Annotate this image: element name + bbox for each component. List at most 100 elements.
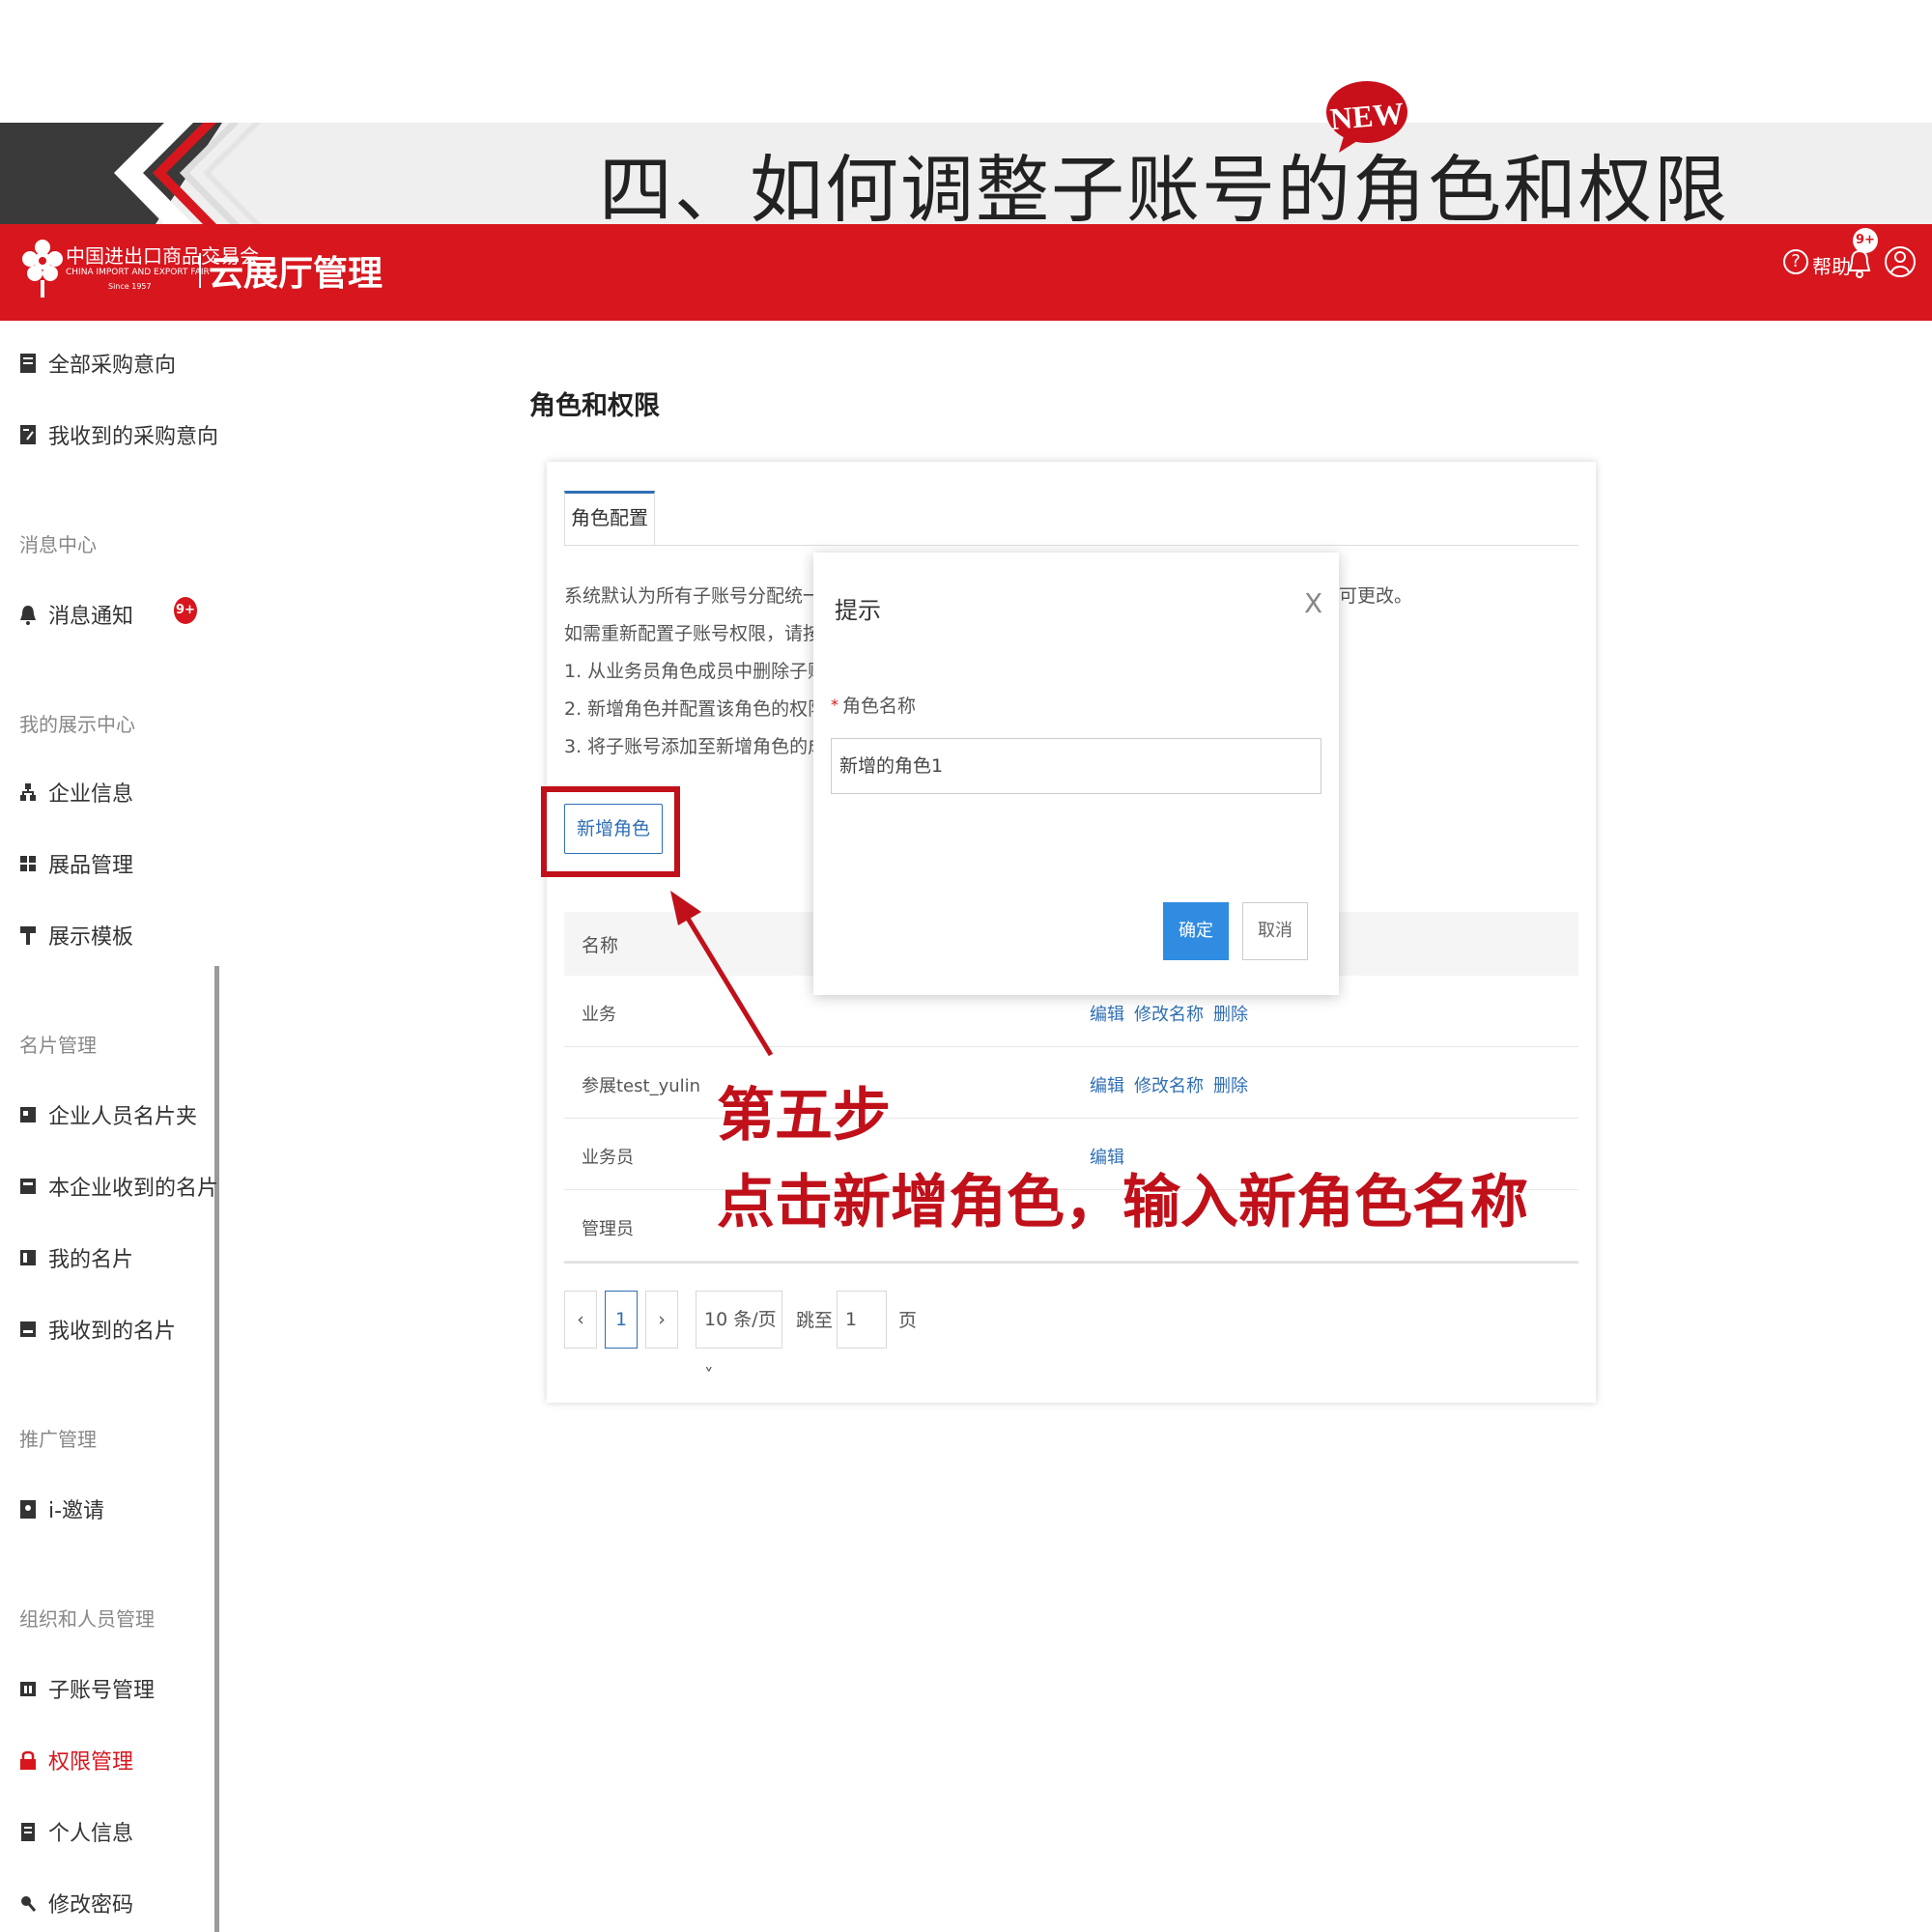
rename-link[interactable]: 修改名称	[1134, 1005, 1204, 1025]
sidebar-item-sub-accounts[interactable]: 子账号管理	[19, 1669, 213, 1708]
confirm-button[interactable]: 确定	[1163, 902, 1229, 960]
id-card-icon	[19, 1247, 37, 1268]
table-bottom-border	[564, 1262, 1578, 1264]
role-name: 业务员	[582, 1148, 634, 1168]
message-badge: 9+	[174, 597, 197, 624]
page-title: 角色和权限	[529, 391, 660, 421]
sidebar-item-label: 企业信息	[48, 782, 134, 807]
sidebar-item-my-received-cards[interactable]: 我收到的名片	[19, 1310, 213, 1349]
pager-prev-button[interactable]: ‹	[564, 1291, 597, 1349]
sidebar-item-label: 权限管理	[48, 1750, 134, 1775]
card-icon	[19, 1104, 37, 1125]
paint-roller-icon	[19, 924, 37, 946]
card-stack-icon	[19, 1176, 37, 1197]
user-avatar-icon[interactable]	[1884, 243, 1917, 280]
sidebar-item-permissions[interactable]: 权限管理	[19, 1741, 213, 1779]
sidebar-item-label: 消息通知	[48, 605, 134, 629]
canton-fair-logo-icon	[22, 240, 63, 298]
sidebar-item-label: 修改密码	[48, 1893, 134, 1918]
pager-page-1[interactable]: 1	[605, 1291, 638, 1349]
sidebar-item-invite[interactable]: i-邀请	[19, 1490, 213, 1528]
sidebar-item-label: 展品管理	[48, 854, 134, 878]
sidebar-group-organization: 组织和人员管理	[19, 1607, 155, 1631]
help-link[interactable]: 帮助	[1812, 251, 1851, 279]
annotation-text: 点击新增角色，输入新角色名称	[717, 1169, 1528, 1236]
sidebar-item-exhibits[interactable]: 展品管理	[19, 844, 213, 883]
sidebar-scrollbar[interactable]	[214, 966, 219, 1932]
banner-title: 四、如何调整子账号的角色和权限	[599, 147, 1729, 224]
annotation-highlight-box	[541, 786, 680, 877]
new-badge-label: NEW	[1328, 95, 1406, 137]
sidebar-group-showcase: 我的展示中心	[19, 713, 135, 736]
card-inbox-icon	[19, 1319, 37, 1340]
role-name: 管理员	[582, 1219, 634, 1239]
column-header-name: 名称	[582, 935, 619, 956]
sidebar-item-received-purchase-intents[interactable]: 我收到的采购意向	[19, 415, 218, 454]
page-size-select[interactable]: 10 条/页 ˅	[696, 1291, 782, 1386]
sidebar-item-label: 我收到的采购意向	[48, 425, 219, 449]
description-line: 2. 新增角色并配置该角色的权限	[564, 698, 827, 720]
tutorial-banner: 四、如何调整子账号的角色和权限	[0, 123, 1932, 224]
sidebar-item-label: 我的名片	[48, 1248, 134, 1272]
sidebar-item-label: i-邀请	[48, 1499, 105, 1523]
page-suffix: 页	[898, 1310, 918, 1331]
key-icon	[19, 1892, 37, 1914]
sidebar-item-label: 展示模板	[48, 925, 134, 950]
jump-page-input[interactable]: 1	[837, 1291, 887, 1349]
jump-label: 跳至	[796, 1310, 834, 1331]
sidebar-item-company-info[interactable]: 企业信息	[19, 773, 213, 811]
sidebar-item-staff-cards[interactable]: 企业人员名片夹	[19, 1095, 213, 1134]
description-line: 1. 从业务员角色成员中删除子账号	[564, 661, 845, 682]
required-mark: *	[831, 696, 838, 714]
role-name: 业务	[582, 1005, 616, 1025]
sidebar-group-promotion: 推广管理	[19, 1428, 97, 1451]
logo-english-name: CHINA IMPORT AND EXPORT FAIR	[66, 268, 210, 277]
edit-link[interactable]: 编辑	[1090, 1076, 1124, 1096]
app-header: 中国进出口商品交易会 CHINA IMPORT AND EXPORT FAIR …	[0, 224, 1932, 321]
sidebar-item-personal-info[interactable]: 个人信息	[19, 1812, 213, 1851]
org-chart-icon	[19, 781, 37, 803]
tab-role-config[interactable]: 角色配置	[564, 491, 655, 545]
row-actions: 编辑 修改名称 删除	[1090, 1072, 1258, 1097]
lock-icon	[19, 1749, 37, 1771]
sidebar-group-cards: 名片管理	[19, 1034, 97, 1057]
sidebar-group-messages: 消息中心	[19, 533, 97, 556]
close-icon[interactable]: X	[1304, 587, 1322, 619]
tab-divider	[564, 545, 1578, 546]
annotation-step: 第五步	[717, 1082, 891, 1150]
new-badge: NEW	[1325, 79, 1408, 153]
notification-badge: 9+	[1853, 228, 1878, 253]
sidebar-item-label: 我收到的名片	[48, 1320, 177, 1344]
app-name: 云展厅管理	[209, 254, 384, 294]
profile-icon	[19, 1821, 37, 1842]
help-icon[interactable]: ?	[1783, 249, 1808, 274]
sidebar-item-change-password[interactable]: 修改密码	[19, 1884, 213, 1922]
sidebar-item-label: 子账号管理	[48, 1679, 156, 1703]
header-divider	[199, 253, 201, 288]
sidebar-item-label: 本企业收到的名片	[48, 1177, 219, 1201]
sidebar-item-all-purchase-intents[interactable]: 全部采购意向	[19, 344, 213, 383]
invitation-icon	[19, 1498, 37, 1520]
add-role-dialog: 提示 X * 角色名称 新增的角色1 确定 取消	[813, 553, 1339, 995]
sidebar-item-my-card[interactable]: 我的名片	[19, 1238, 213, 1277]
edit-link[interactable]: 编辑	[1090, 1005, 1124, 1025]
role-name-input[interactable]: 新增的角色1	[831, 738, 1321, 794]
document-icon	[19, 353, 37, 374]
description-line: 3. 将子账号添加至新增角色的成员	[564, 736, 845, 757]
pager-next-button[interactable]: ›	[645, 1291, 678, 1349]
logo-since: Since 1957	[108, 282, 152, 291]
cancel-button[interactable]: 取消	[1242, 902, 1308, 960]
row-actions: 编辑 修改名称 删除	[1090, 1001, 1258, 1026]
role-name: 参展test_yulin	[582, 1076, 701, 1096]
document-edit-icon	[19, 424, 37, 445]
delete-link[interactable]: 删除	[1213, 1005, 1248, 1025]
grid-icon	[19, 853, 37, 874]
sidebar-item-label: 个人信息	[48, 1822, 134, 1846]
role-name-label: 角色名称	[842, 696, 917, 717]
sub-account-icon	[19, 1678, 37, 1699]
delete-link[interactable]: 删除	[1213, 1076, 1248, 1096]
sidebar-item-display-templates[interactable]: 展示模板	[19, 916, 213, 954]
bell-icon	[19, 604, 37, 625]
sidebar-item-company-received-cards[interactable]: 本企业收到的名片	[19, 1167, 218, 1206]
rename-link[interactable]: 修改名称	[1134, 1076, 1204, 1096]
